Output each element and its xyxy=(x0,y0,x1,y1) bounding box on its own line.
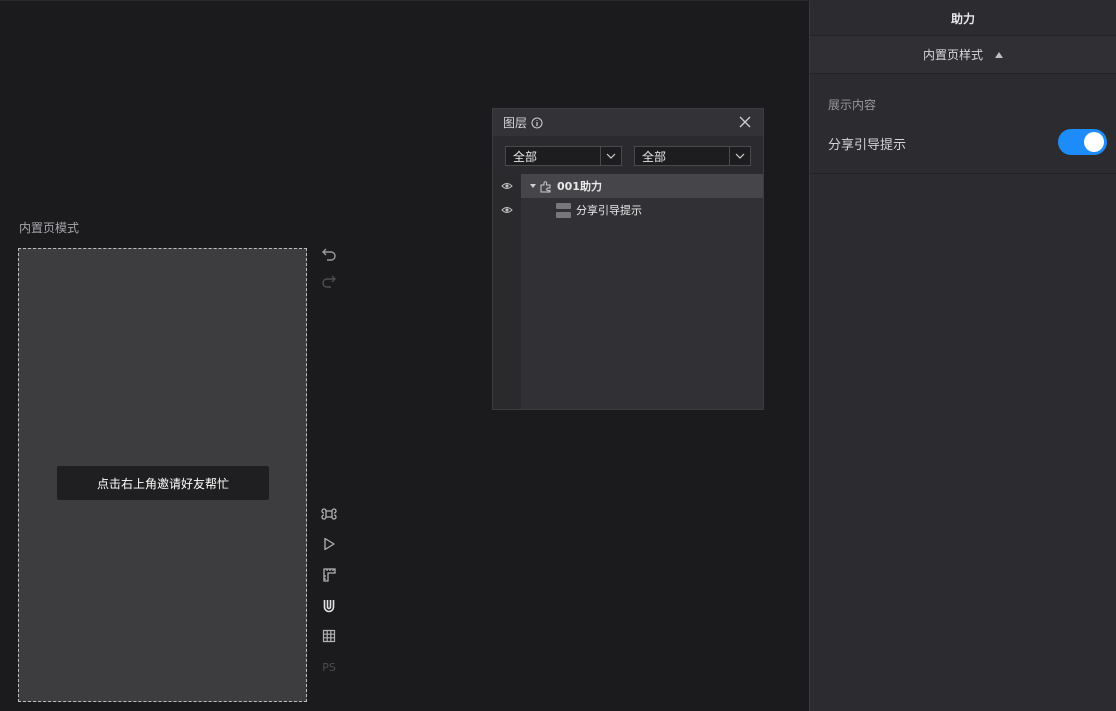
close-icon[interactable] xyxy=(737,114,753,130)
layers-tree: 001助力 分享引导提示 xyxy=(493,174,763,409)
magnet-icon xyxy=(323,600,335,613)
redo-button[interactable] xyxy=(319,271,339,291)
properties-panel: 助力 内置页样式 展示内容 分享引导提示 xyxy=(809,1,1116,711)
editor-stage: 内置页模式 点击右上角邀请好友帮忙 PS 图层 全部 全部 001助力 分享引导… xyxy=(0,0,1116,711)
layer-state-select[interactable]: 全部 xyxy=(634,146,751,166)
canvas-mode-label: 内置页模式 xyxy=(19,220,80,235)
canvas-mode-tab[interactable]: 内置页模式 xyxy=(8,217,104,237)
shortcut-button[interactable] xyxy=(319,504,339,524)
ps-icon: PS xyxy=(322,660,336,674)
play-icon xyxy=(324,537,335,551)
layers-panel-header[interactable]: 图层 xyxy=(493,109,763,136)
inner-page-style-section[interactable]: 内置页样式 xyxy=(810,36,1116,74)
command-icon xyxy=(321,508,337,520)
ruler-button[interactable] xyxy=(319,565,339,585)
visibility-column xyxy=(493,174,521,409)
puzzle-icon xyxy=(539,180,552,193)
layer-row-group[interactable]: 001助力 xyxy=(521,174,763,198)
layer-label: 分享引导提示 xyxy=(576,204,642,217)
layers-panel-title: 图层 xyxy=(503,116,528,130)
ps-button[interactable]: PS xyxy=(319,657,339,677)
layer-label: 001助力 xyxy=(557,180,602,193)
grid-icon xyxy=(322,629,336,643)
properties-title: 助力 xyxy=(810,1,1116,36)
layer-state-value: 全部 xyxy=(642,149,667,164)
caret-down-icon[interactable] xyxy=(529,182,537,190)
caret-up-icon xyxy=(995,51,1003,58)
ruler-icon xyxy=(323,568,336,582)
chevron-down-icon xyxy=(600,147,621,165)
magnet-button[interactable] xyxy=(319,596,339,616)
preview-button[interactable] xyxy=(319,534,339,554)
layer-type-select[interactable]: 全部 xyxy=(505,146,622,166)
info-icon[interactable] xyxy=(531,117,543,129)
undo-icon xyxy=(322,248,336,261)
grid-button[interactable] xyxy=(319,626,339,646)
component-icon xyxy=(556,202,571,218)
layers-filters: 全部 全部 xyxy=(493,136,763,174)
undo-button[interactable] xyxy=(319,244,339,264)
toggle-knob xyxy=(1084,132,1104,152)
layer-type-value: 全部 xyxy=(513,149,538,164)
layers-panel[interactable]: 图层 全部 全部 001助力 分享引导提示 xyxy=(492,108,764,410)
eye-icon[interactable] xyxy=(501,204,513,216)
display-content-caption: 展示内容 xyxy=(828,98,877,112)
eye-icon[interactable] xyxy=(501,180,513,192)
layer-list: 001助力 分享引导提示 xyxy=(521,174,763,409)
display-content-section: 展示内容 分享引导提示 xyxy=(810,74,1116,174)
layer-row[interactable]: 分享引导提示 xyxy=(521,198,763,222)
share-guide-label: 分享引导提示 xyxy=(828,138,907,153)
redo-icon xyxy=(322,275,336,288)
share-guide-toast[interactable]: 点击右上角邀请好友帮忙 xyxy=(57,466,269,500)
phone-canvas[interactable]: 点击右上角邀请好友帮忙 xyxy=(18,248,307,702)
chevron-down-icon xyxy=(729,147,750,165)
section-title: 内置页样式 xyxy=(922,48,983,62)
share-guide-toggle[interactable] xyxy=(1058,129,1107,155)
